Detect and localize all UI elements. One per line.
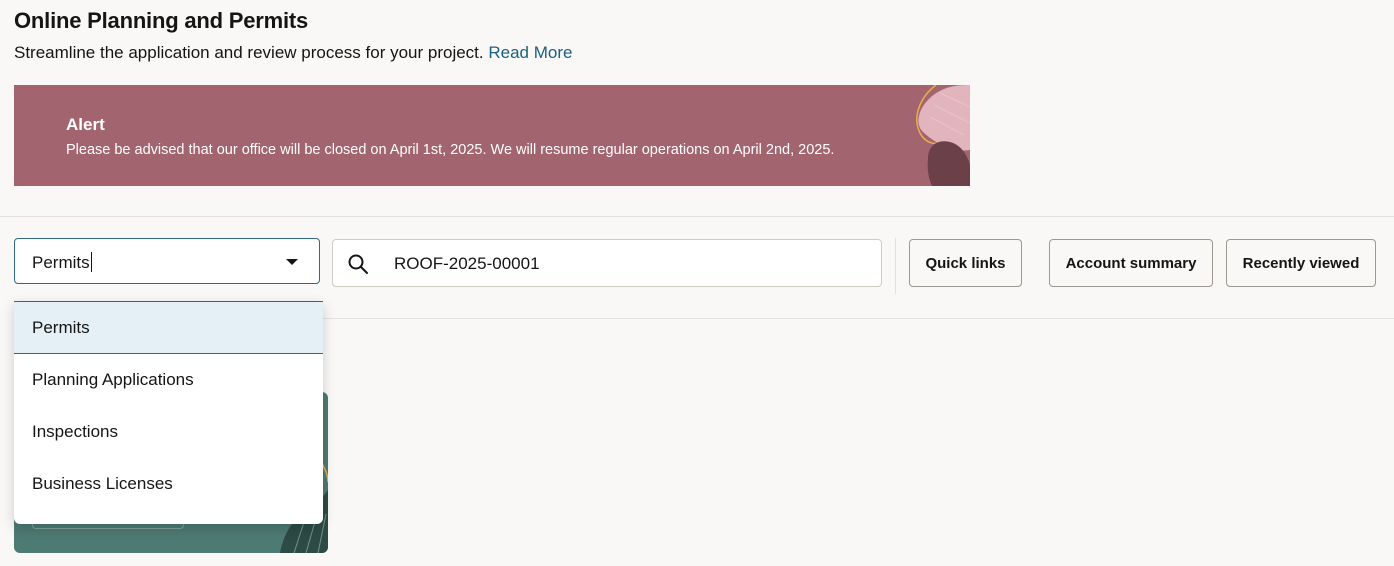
section-divider-top (0, 216, 1394, 217)
toolbar-separator (895, 238, 896, 294)
page-subtitle: Streamline the application and review pr… (14, 43, 572, 63)
page-title: Online Planning and Permits (14, 8, 309, 33)
dropdown-option-planning-applications[interactable]: Planning Applications (14, 354, 323, 406)
section-divider-bottom (322, 318, 1394, 319)
recently-viewed-button[interactable]: Recently viewed (1226, 239, 1376, 287)
alert-decoration (916, 85, 970, 186)
subtitle-text: Streamline the application and review pr… (14, 43, 484, 62)
dropdown-option-permits[interactable]: Permits (14, 302, 323, 354)
quick-links-button[interactable]: Quick links (909, 239, 1022, 287)
category-select[interactable]: Permits (14, 238, 320, 284)
category-dropdown-list: Permits Planning Applications Inspection… (14, 301, 323, 524)
read-more-link[interactable]: Read More (488, 43, 572, 62)
dropdown-option-inspections[interactable]: Inspections (14, 406, 323, 458)
alert-title: Alert (66, 115, 105, 134)
search-input[interactable]: ROOF-2025-00001 (332, 239, 882, 287)
category-select-value: Permits (32, 252, 92, 272)
search-input-value[interactable]: ROOF-2025-00001 (394, 254, 540, 274)
dropdown-option-business-licenses[interactable]: Business Licenses (14, 458, 323, 510)
dropdown-arrow-icon[interactable] (286, 259, 298, 265)
alert-message: Please be advised that our office will b… (66, 142, 835, 158)
alert-banner: Alert Please be advised that our office … (14, 85, 970, 186)
account-summary-button[interactable]: Account summary (1049, 239, 1213, 287)
search-icon (348, 254, 368, 274)
